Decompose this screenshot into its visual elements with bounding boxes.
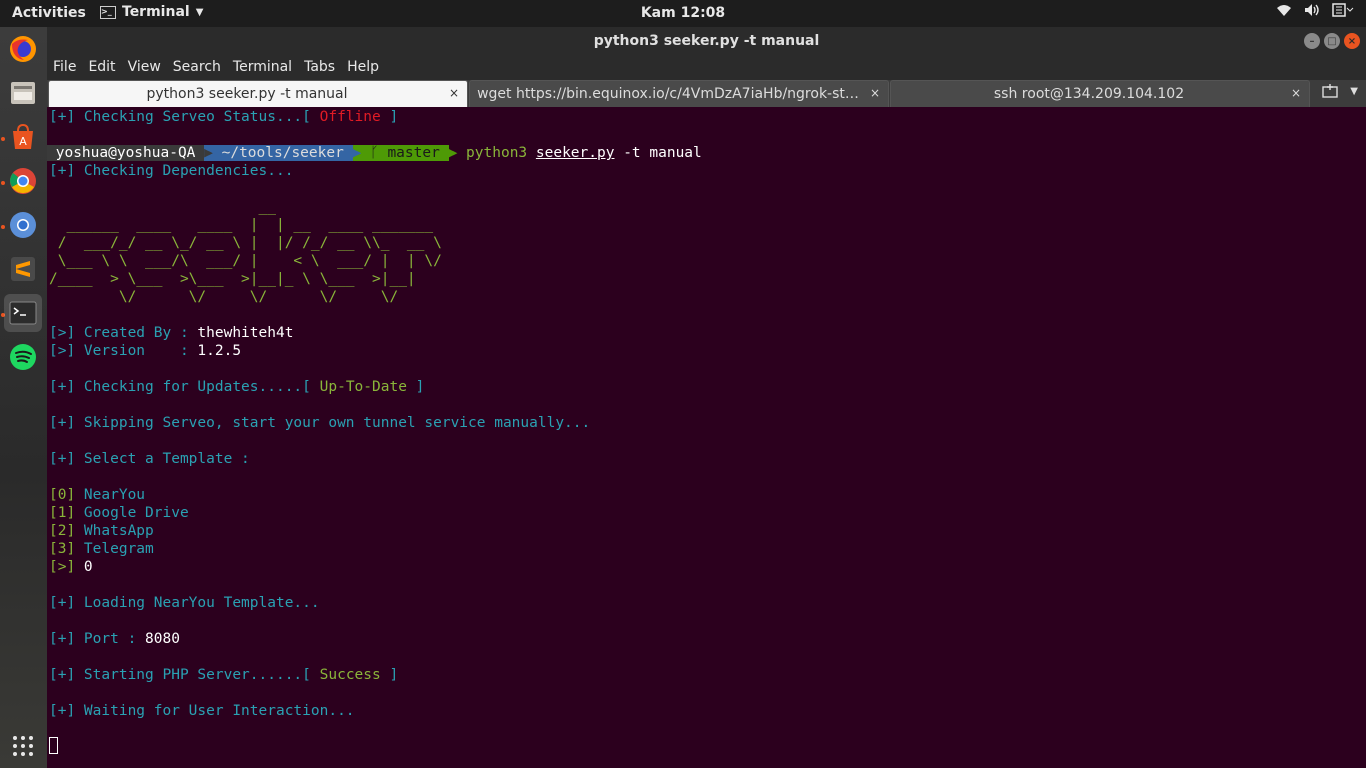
minimize-button[interactable]: – (1304, 33, 1320, 49)
sublime-icon[interactable] (4, 250, 42, 288)
ascii-banner-6: \/ \/ \/ \/ \/ (49, 289, 399, 305)
port-line: [+] Port : 8080 (49, 631, 180, 647)
maximize-button[interactable]: □ (1324, 33, 1340, 49)
loading-line: [+] Loading NearYou Template... (49, 595, 320, 611)
version-line: [>] Version : 1.2.5 (49, 343, 242, 359)
terminal-output[interactable]: [+] Checking Serveo Status...[ Offline ]… (47, 107, 1366, 768)
template-option: [1] Google Drive (49, 505, 189, 521)
tab-label: python3 seeker.py -t manual (146, 86, 348, 102)
tab-label: ssh root@134.209.104.102 (993, 86, 1185, 102)
choice-line: [>] 0 (49, 559, 93, 575)
serveo-line: [+] Checking Serveo Status...[ Offline ] (49, 109, 399, 125)
clock[interactable]: Kam 12:08 (641, 5, 725, 21)
activities-button[interactable]: Activities (12, 5, 86, 21)
ascii-banner-5: /____ > \___ >\___ >|__|_ \ \___ >|__| (49, 271, 416, 287)
command-script: seeker.py (535, 145, 615, 161)
template-option: [2] WhatsApp (49, 523, 154, 539)
terminal-icon[interactable] (4, 294, 42, 332)
tab-close-icon[interactable]: × (1291, 86, 1301, 100)
tab-menu-chevron-icon[interactable]: ▼ (1350, 83, 1358, 103)
menu-bar: File Edit View Search Terminal Tabs Help (47, 55, 1366, 80)
terminal-cursor (49, 737, 58, 754)
ascii-banner-4: \___ \ \ ___/\ ___/ | < \ ___/ | | \/ (49, 253, 442, 269)
checking-deps: [+] Checking Dependencies... (49, 163, 294, 179)
menu-tabs[interactable]: Tabs (298, 55, 341, 80)
ascii-banner-1: __ (49, 199, 276, 215)
waiting-line: [+] Waiting for User Interaction... (49, 703, 355, 719)
menu-edit[interactable]: Edit (82, 55, 121, 80)
command-args: -t manual (614, 145, 702, 161)
files-icon[interactable] (4, 74, 42, 112)
prompt-user: yoshua@yoshua-QA (47, 145, 205, 161)
chromium-icon[interactable] (4, 206, 42, 244)
tab-close-icon[interactable]: × (449, 86, 459, 100)
menu-help[interactable]: Help (341, 55, 385, 80)
new-tab-icon[interactable] (1322, 83, 1338, 103)
terminal-small-icon: >_ (100, 5, 116, 19)
menu-file[interactable]: File (47, 55, 82, 80)
apps-grid-icon[interactable] (4, 727, 42, 765)
template-option: [3] Telegram (49, 541, 154, 557)
tab-bar: python3 seeker.py -t manual × wget https… (47, 80, 1366, 107)
menu-view[interactable]: View (122, 55, 167, 80)
created-by-line: [>] Created By : thewhiteh4t (49, 325, 294, 341)
close-button[interactable]: × (1344, 33, 1360, 49)
tab-seeker[interactable]: python3 seeker.py -t manual × (48, 80, 468, 107)
app-menu-label: Terminal (122, 4, 190, 20)
shell-prompt: yoshua@yoshua-QA ▶ ~/tools/seeker ▶ ᚴ ma… (47, 145, 702, 161)
tab-wget[interactable]: wget https://bin.equinox.io/c/4VmDzA7iaH… (469, 80, 889, 107)
chrome-icon[interactable] (4, 162, 42, 200)
prompt-branch: ᚴ master (361, 145, 449, 161)
terminal-window: python3 seeker.py -t manual – □ × File E… (47, 27, 1366, 768)
select-template-line: [+] Select a Template : (49, 451, 250, 467)
firefox-icon[interactable] (4, 30, 42, 68)
top-bar: Activities >_ Terminal ▼ Kam 12:08 (0, 0, 1366, 27)
tab-label: wget https://bin.equinox.io/c/4VmDzA7iaH… (477, 86, 859, 102)
spotify-icon[interactable] (4, 338, 42, 376)
software-icon[interactable]: A (4, 118, 42, 156)
updates-line: [+] Checking for Updates.....[ Up-To-Dat… (49, 379, 425, 395)
system-tray[interactable] (1276, 3, 1354, 21)
title-bar[interactable]: python3 seeker.py -t manual – □ × (47, 27, 1366, 55)
volume-icon[interactable] (1304, 3, 1320, 21)
command-name: python3 (466, 145, 528, 161)
template-option: [0] NearYou (49, 487, 146, 503)
chevron-down-icon: ▼ (195, 6, 204, 18)
dock: A (0, 27, 47, 768)
svg-text:A: A (19, 135, 27, 148)
serveo-status: Offline (319, 109, 381, 125)
ascii-banner-2: ______ ____ ____ | | __ ____ _______ (49, 217, 434, 233)
app-menu[interactable]: >_ Terminal ▼ (100, 4, 203, 20)
tab-close-icon[interactable]: × (870, 86, 880, 100)
menu-terminal[interactable]: Terminal (227, 55, 298, 80)
prompt-path: ~/tools/seeker (212, 145, 353, 161)
skipping-line: [+] Skipping Serveo, start your own tunn… (49, 415, 591, 431)
tab-ssh[interactable]: ssh root@134.209.104.102 × (890, 80, 1310, 107)
menu-search[interactable]: Search (167, 55, 227, 80)
system-menu-icon[interactable] (1332, 3, 1354, 21)
ascii-banner-3: / ___/_/ __ \_/ __ \ | |/ /_/ __ \\_ __ … (49, 235, 442, 251)
wifi-icon[interactable] (1276, 3, 1292, 21)
window-title: python3 seeker.py -t manual (593, 33, 820, 49)
php-server-line: [+] Starting PHP Server......[ Success ] (49, 667, 399, 683)
